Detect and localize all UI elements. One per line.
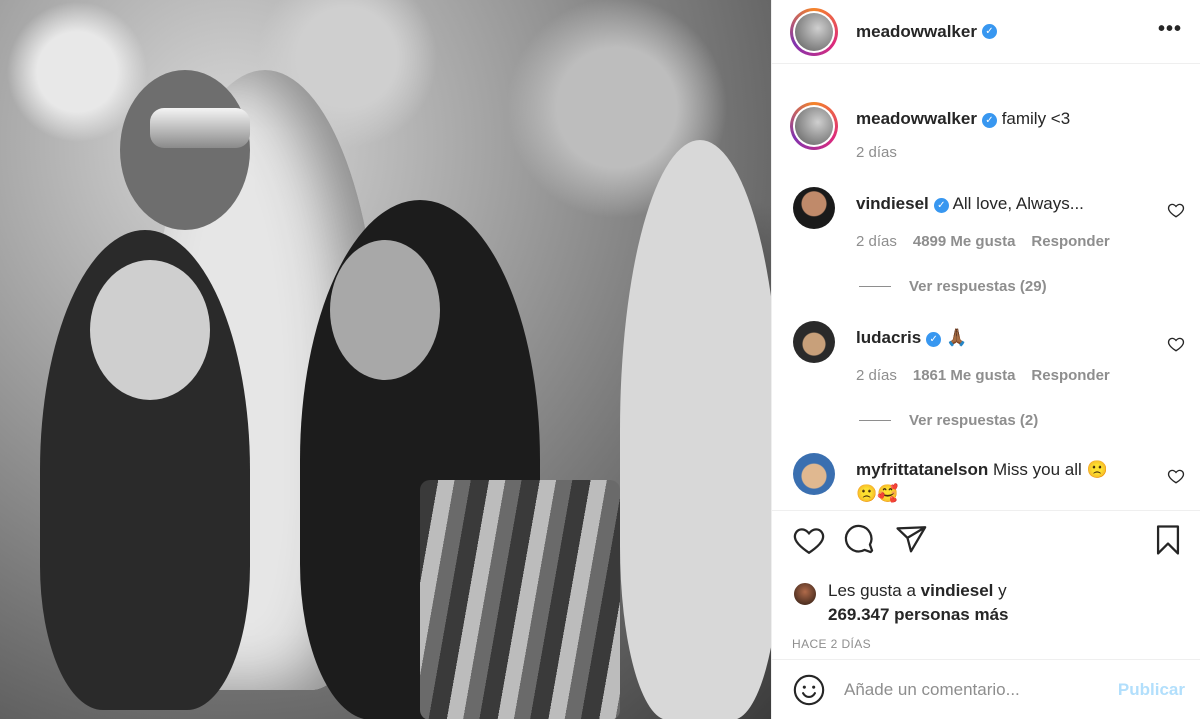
divider-line	[859, 420, 891, 421]
reply-button[interactable]: Responder	[1031, 233, 1109, 250]
commenter-avatar[interactable]	[793, 453, 835, 495]
more-options-icon[interactable]: •••	[1158, 19, 1182, 39]
commenter-avatar[interactable]	[793, 187, 835, 229]
photo-figure	[90, 260, 210, 400]
divider-line	[859, 286, 891, 287]
comments-list[interactable]: meadowwalker ✓ family <3 2 días vindiesel…	[772, 80, 1200, 508]
like-heart-icon[interactable]	[792, 523, 826, 557]
photo-figure	[120, 70, 250, 230]
caption-username[interactable]: meadowwalker	[856, 109, 977, 128]
likes-count[interactable]: 269.347 personas más	[828, 605, 1009, 624]
photo-figure	[620, 140, 771, 719]
comment-composer: Publicar	[772, 659, 1200, 719]
post-comment-button[interactable]: Publicar	[1118, 680, 1185, 700]
post-photo[interactable]	[0, 0, 771, 719]
caption-text: family <3	[1001, 109, 1071, 128]
caption-time[interactable]: 2 días	[856, 144, 897, 161]
like-comment-heart-icon[interactable]	[1167, 335, 1185, 353]
verified-badge-icon: ✓	[933, 198, 949, 213]
verified-badge-icon: ✓	[926, 332, 942, 347]
comment: myfrittatanelson Miss you all 🙁 🙁🥰	[790, 453, 1185, 505]
comment-username[interactable]: ludacris	[856, 328, 921, 347]
liker-username[interactable]: vindiesel	[921, 581, 994, 600]
caption: meadowwalker ✓ family <3 2 días	[790, 102, 1185, 161]
post-header: meadowwalker ✓ •••	[772, 0, 1200, 64]
likes-prefix: Les gusta a	[828, 581, 916, 600]
caption-avatar[interactable]	[790, 102, 838, 150]
comment-text: 🙏🏾	[945, 328, 968, 347]
post-sidebar: meadowwalker ✓ ••• meadowwalker ✓ family …	[771, 0, 1200, 719]
like-comment-heart-icon[interactable]	[1167, 201, 1185, 219]
photo-figure	[330, 240, 440, 380]
post-timestamp[interactable]: HACE 2 DÍAS	[792, 637, 1185, 651]
comment-likes[interactable]: 1861 Me gusta	[913, 367, 1016, 384]
comment-text: All love, Always...	[952, 194, 1084, 213]
comment: vindiesel ✓ All love, Always... 2 días 48…	[790, 187, 1185, 250]
comment-time[interactable]: 2 días	[856, 367, 897, 384]
like-comment-heart-icon[interactable]	[1167, 467, 1185, 485]
photo-figure	[420, 480, 620, 719]
comment-username[interactable]: vindiesel	[856, 194, 929, 213]
likes-summary[interactable]: Les gusta a vindiesel y 269.347 personas…	[792, 579, 1185, 627]
comment-bubble-icon[interactable]	[843, 523, 877, 557]
comment-text: Miss you all 🙁	[992, 460, 1108, 479]
save-bookmark-icon[interactable]	[1151, 523, 1185, 557]
post-actions: Les gusta a vindiesel y 269.347 personas…	[772, 510, 1200, 651]
photo-detail	[150, 108, 250, 148]
verified-badge-icon: ✓	[981, 113, 997, 128]
view-replies-label: Ver respuestas (29)	[909, 278, 1047, 295]
comment-time[interactable]: 2 días	[856, 233, 897, 250]
view-replies-button[interactable]: Ver respuestas (29)	[859, 278, 1185, 295]
verified-badge-icon: ✓	[981, 24, 997, 39]
comment-text-continued: 🙁🥰	[856, 484, 899, 503]
emoji-smiley-icon[interactable]	[792, 673, 826, 707]
author-username[interactable]: meadowwalker	[856, 22, 977, 42]
comment-input[interactable]	[844, 679, 1118, 700]
view-replies-label: Ver respuestas (2)	[909, 412, 1039, 429]
view-replies-button[interactable]: Ver respuestas (2)	[859, 412, 1185, 429]
comment-likes[interactable]: 4899 Me gusta	[913, 233, 1016, 250]
comment-username[interactable]: myfrittatanelson	[856, 460, 988, 479]
commenter-avatar[interactable]	[793, 321, 835, 363]
liker-avatar	[792, 581, 818, 607]
author-avatar[interactable]	[790, 7, 838, 56]
share-paper-plane-icon[interactable]	[894, 523, 928, 557]
likes-suffix: y	[998, 581, 1007, 600]
comment: ludacris ✓ 🙏🏾 2 días 1861 Me gusta Respon…	[790, 321, 1185, 384]
reply-button[interactable]: Responder	[1031, 367, 1109, 384]
